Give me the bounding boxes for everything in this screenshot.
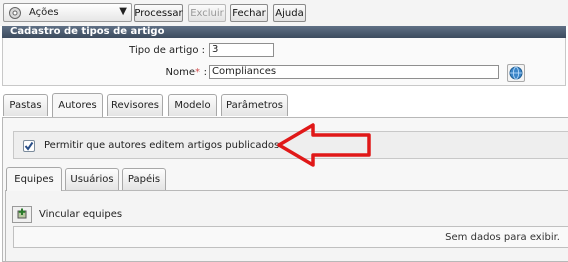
- tipo-artigo-label: Tipo de artigo :: [129, 45, 205, 56]
- nome-label: Nome: [165, 67, 196, 78]
- tab-parametros[interactable]: Parâmetros: [221, 94, 288, 116]
- vincular-equipes-label: Vincular equipes: [39, 209, 123, 220]
- nome-colon: :: [203, 67, 207, 78]
- gear-icon: [9, 7, 21, 19]
- subtab-usuarios[interactable]: Usuários: [65, 168, 119, 190]
- fechar-button[interactable]: Fechar: [230, 4, 268, 22]
- chevron-down-icon: ▼: [119, 6, 127, 17]
- link-add-icon: [17, 208, 27, 219]
- permitir-editar-label: Permitir que autores editem artigos publ…: [44, 140, 280, 151]
- panel-title: Cadastro de tipos de artigo: [2, 26, 566, 38]
- ajuda-button[interactable]: Ajuda: [273, 4, 306, 22]
- tab-pastas[interactable]: Pastas: [3, 94, 48, 116]
- processar-button[interactable]: Processar: [134, 4, 183, 22]
- permitir-editar-checkbox[interactable]: [23, 140, 35, 152]
- checkmark-icon: [24, 141, 34, 151]
- tab-revisores[interactable]: Revisores: [107, 94, 163, 116]
- required-mark: *: [195, 67, 200, 78]
- nome-label-row: Nome*: [120, 67, 201, 78]
- subtab-papeis[interactable]: Papéis: [122, 168, 166, 190]
- actions-dropdown[interactable]: Ações ▼: [3, 3, 132, 22]
- red-arrow-left: [277, 123, 371, 167]
- globe-button[interactable]: [507, 64, 525, 82]
- tab-modelo[interactable]: Modelo: [168, 94, 217, 116]
- excluir-button[interactable]: Excluir: [188, 4, 226, 22]
- globe-icon: [509, 66, 523, 80]
- grid-empty-message: Sem dados para exibir.: [445, 232, 560, 243]
- tab-autores[interactable]: Autores: [52, 93, 103, 117]
- nome-field[interactable]: Compliances: [209, 65, 499, 79]
- tipo-artigo-field[interactable]: 3: [209, 43, 274, 57]
- subtab-equipes[interactable]: Equipes: [6, 167, 62, 191]
- actions-dropdown-label: Ações: [29, 7, 59, 18]
- vincular-equipes-button[interactable]: [12, 206, 32, 223]
